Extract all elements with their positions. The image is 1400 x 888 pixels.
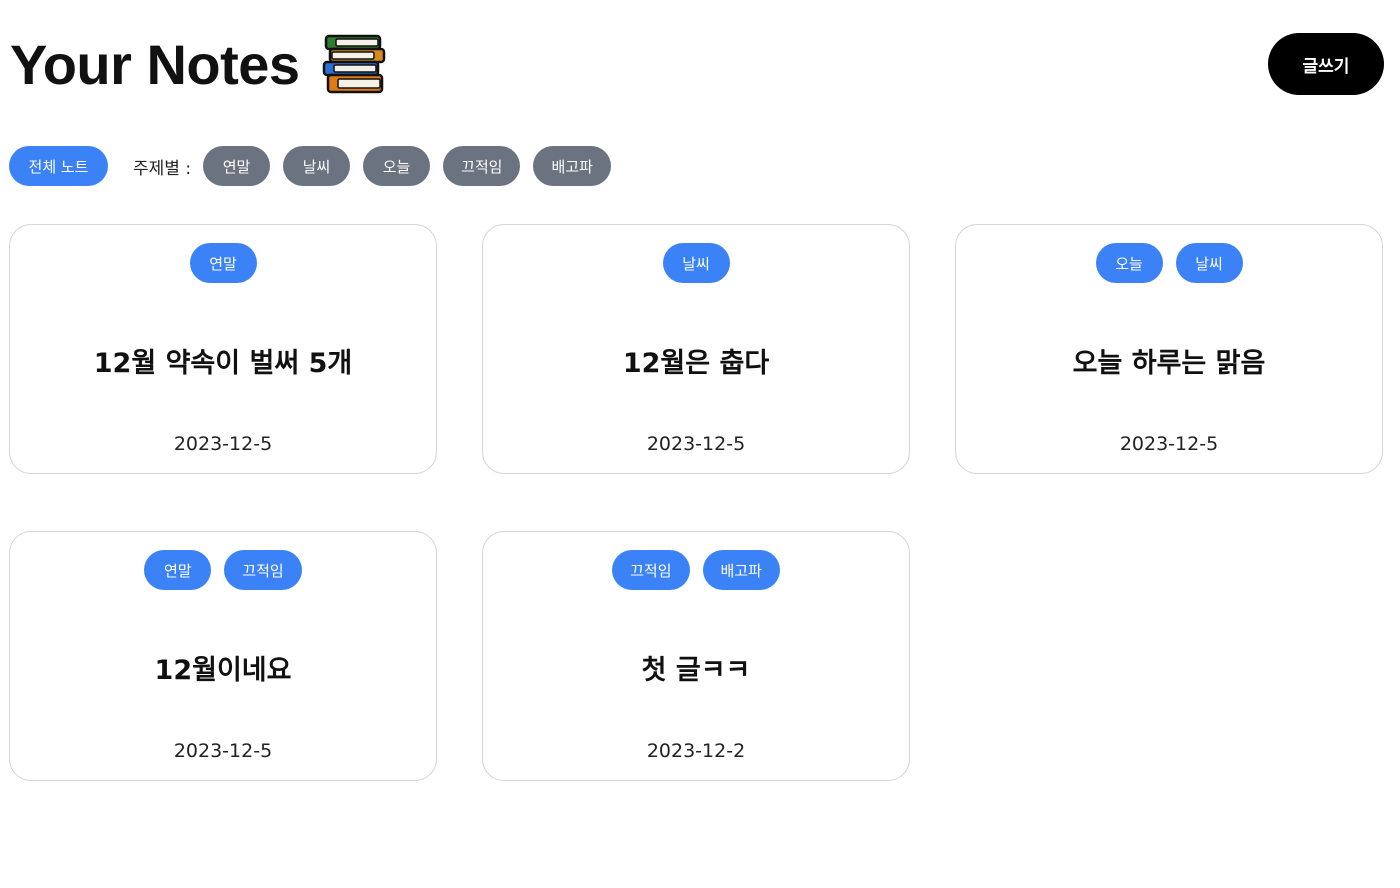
note-title: 오늘 하루는 맑음 <box>1072 348 1266 379</box>
note-title: 12월 약속이 벌써 5개 <box>93 348 353 379</box>
note-tag: 오늘 <box>1095 243 1163 283</box>
note-tags: 연말 끄적임 <box>10 550 436 590</box>
all-notes-filter[interactable]: 전체 노트 <box>9 146 108 186</box>
note-date: 2023-12-5 <box>1119 433 1219 455</box>
notes-page: Your Notes 글쓰기 전체 노트 주제별 : 연말 날씨 오늘 끄적임 … <box>0 0 1400 888</box>
filter-bar: 전체 노트 주제별 : 연말 날씨 오늘 끄적임 배고파 <box>9 146 624 186</box>
note-tag: 끄적임 <box>224 550 302 590</box>
note-date: 2023-12-2 <box>646 740 746 762</box>
note-tags: 끄적임 배고파 <box>483 550 909 590</box>
note-date: 2023-12-5 <box>646 433 746 455</box>
topic-filter-weather[interactable]: 날씨 <box>283 146 351 186</box>
books-icon <box>322 34 385 94</box>
note-tag: 연말 <box>189 243 257 283</box>
note-tag: 배고파 <box>702 550 780 590</box>
note-title: 12월이네요 <box>154 655 292 686</box>
note-card[interactable]: 날씨 12월은 춥다 2023-12-5 <box>482 224 910 474</box>
topic-filter-hungry[interactable]: 배고파 <box>533 146 611 186</box>
note-card[interactable]: 연말 12월 약속이 벌써 5개 2023-12-5 <box>9 224 437 474</box>
topic-filter-today[interactable]: 오늘 <box>363 146 431 186</box>
topic-filter-doodle[interactable]: 끄적임 <box>443 146 521 186</box>
note-tag: 연말 <box>144 550 212 590</box>
note-tags: 오늘 날씨 <box>956 243 1382 283</box>
header: Your Notes 글쓰기 <box>10 24 1384 108</box>
note-date: 2023-12-5 <box>173 740 273 762</box>
note-title: 12월은 춥다 <box>622 348 770 379</box>
topic-filter-label: 주제별 : <box>133 158 192 179</box>
note-title: 첫 글ㅋㅋ <box>641 655 751 686</box>
title-group: Your Notes <box>10 30 386 100</box>
note-card[interactable]: 연말 끄적임 12월이네요 2023-12-5 <box>9 531 437 781</box>
note-tags: 연말 <box>10 243 436 283</box>
note-card[interactable]: 끄적임 배고파 첫 글ㅋㅋ 2023-12-2 <box>482 531 910 781</box>
note-card[interactable]: 오늘 날씨 오늘 하루는 맑음 2023-12-5 <box>955 224 1383 474</box>
note-tag: 날씨 <box>1175 243 1243 283</box>
note-tags: 날씨 <box>483 243 909 283</box>
topic-filter-yeonmal[interactable]: 연말 <box>203 146 271 186</box>
write-button[interactable]: 글쓰기 <box>1268 33 1384 95</box>
note-date: 2023-12-5 <box>173 433 273 455</box>
note-tag: 날씨 <box>662 243 730 283</box>
page-title: Your Notes <box>10 33 300 96</box>
note-tag: 끄적임 <box>612 550 690 590</box>
